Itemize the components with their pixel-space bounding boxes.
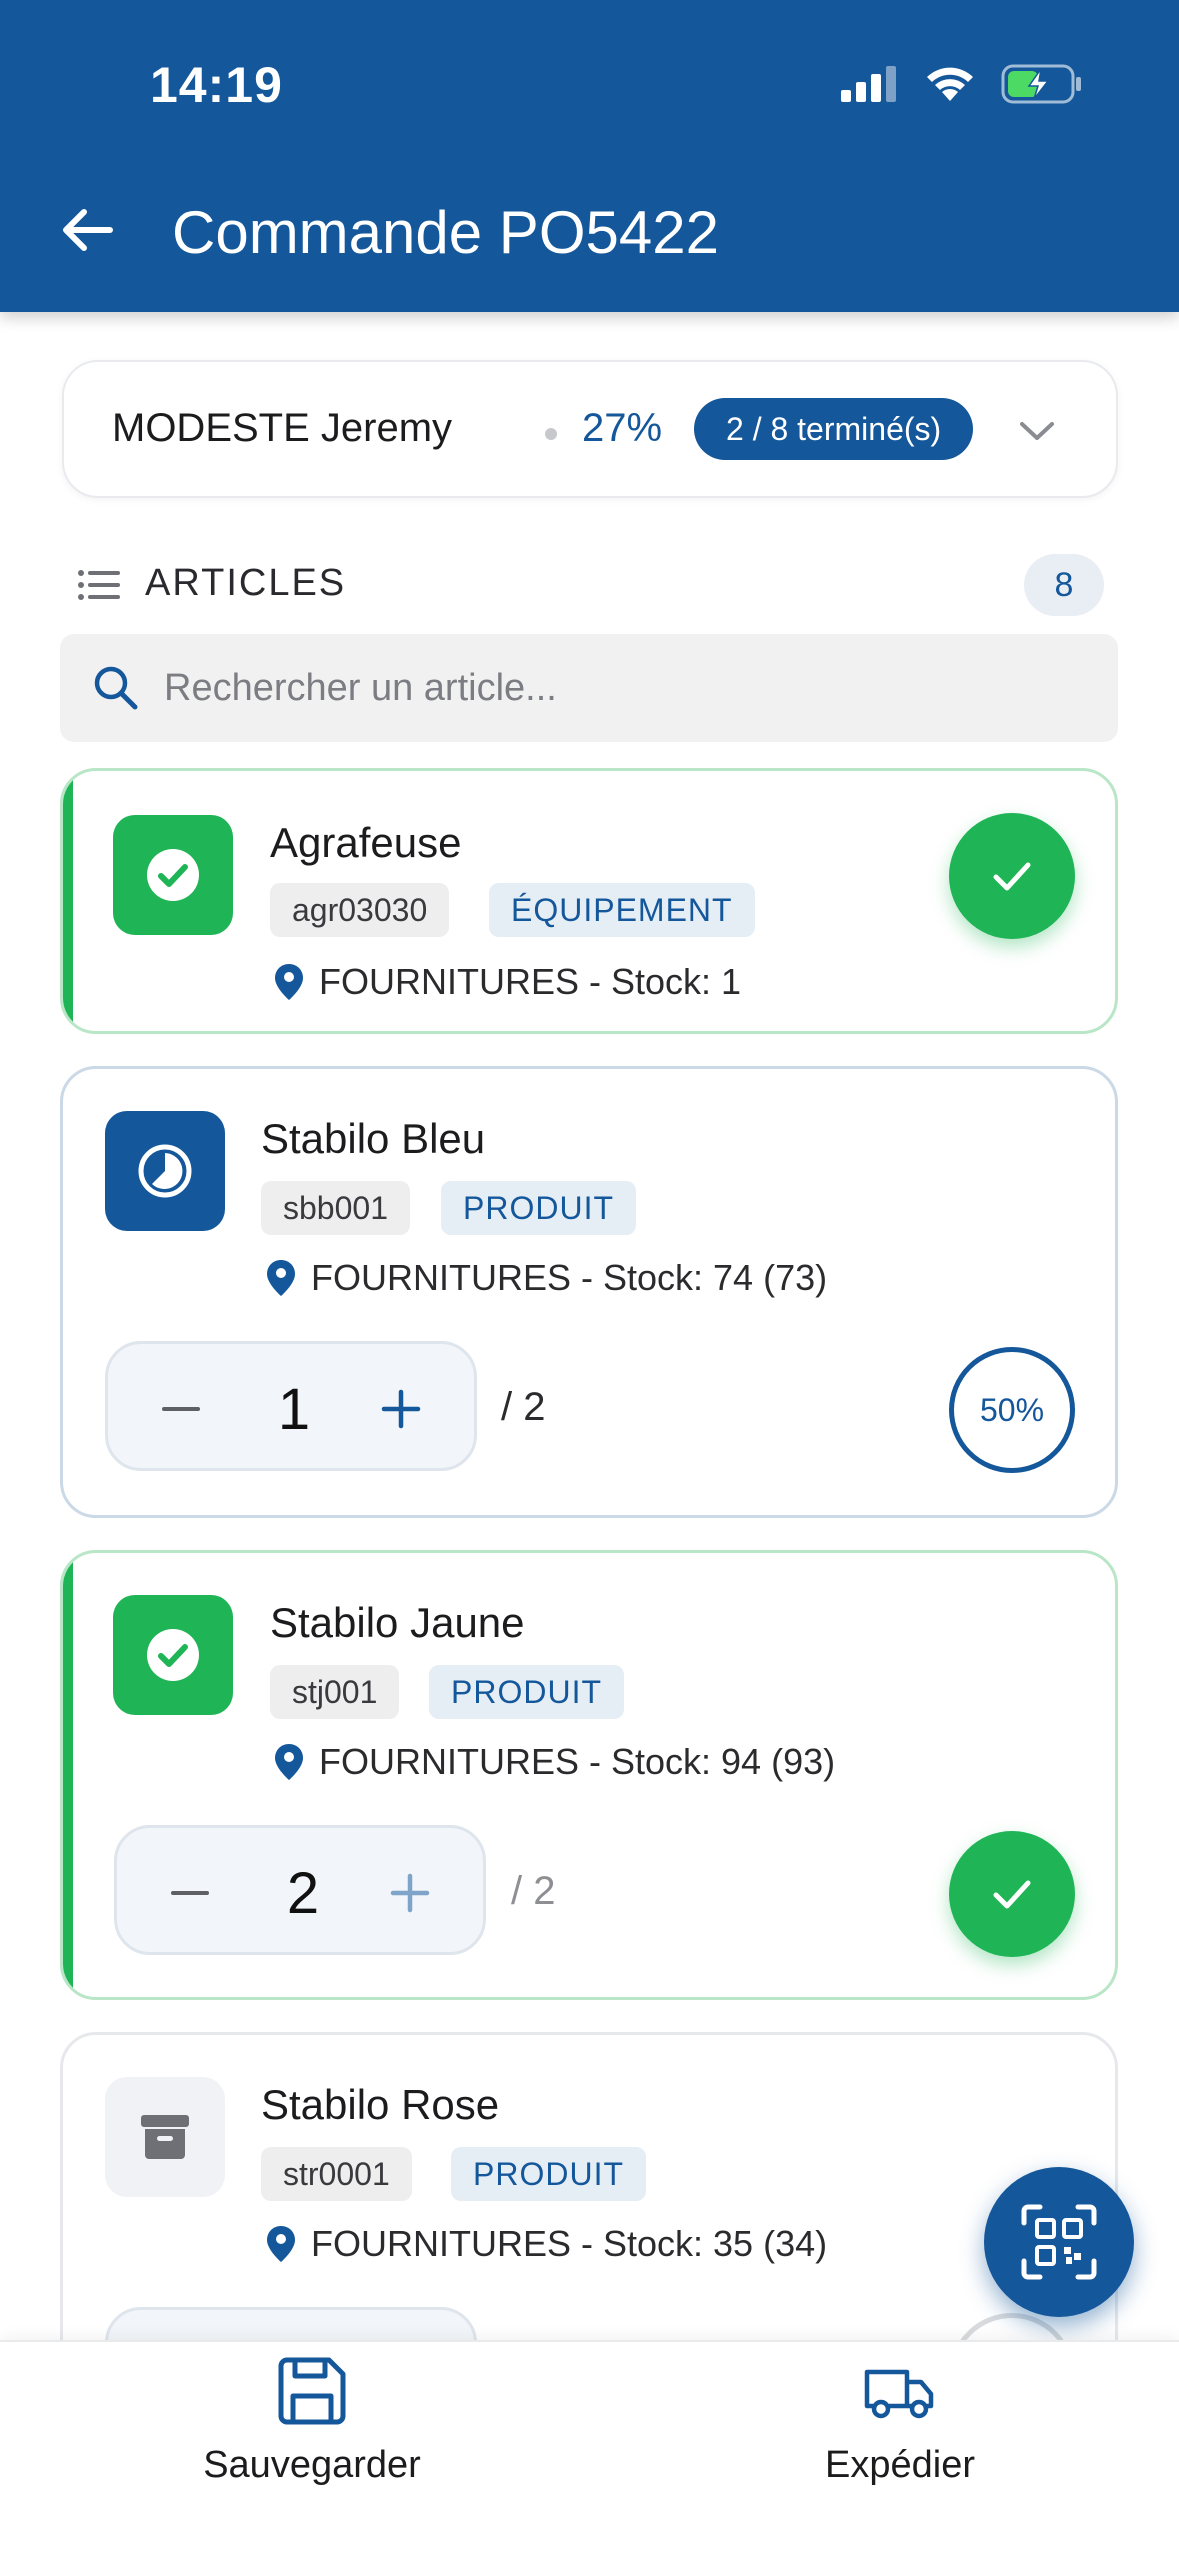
order-summary-card[interactable]: MODESTE Jeremy 27% 2 / 8 terminé(s): [62, 360, 1118, 498]
status-icons: [841, 64, 1083, 104]
signal-icon: [841, 66, 896, 102]
article-category-tag: PRODUIT: [429, 1665, 624, 1719]
articles-heading: ARTICLES: [145, 562, 347, 604]
article-location: FOURNITURES - Stock: 74 (73): [267, 1257, 827, 1299]
save-label: Sauvegarder: [203, 2444, 421, 2486]
progress-ring: 50%: [949, 1347, 1075, 1473]
article-name: Stabilo Jaune: [270, 1599, 525, 1646]
article-complete-button[interactable]: [949, 813, 1075, 939]
location-pin-icon: [275, 1744, 303, 1780]
article-category-tag: ÉQUIPEMENT: [489, 883, 755, 937]
battery-charging-icon: [1001, 64, 1081, 104]
article-location: FOURNITURES - Stock: 1: [275, 961, 741, 1003]
article-name: Stabilo Rose: [261, 2081, 500, 2128]
archive-box-icon: [141, 2115, 189, 2159]
progress-percent: 27%: [582, 406, 663, 450]
search-bar[interactable]: [60, 634, 1118, 742]
articles-count-badge: 8: [1024, 554, 1104, 616]
article-name: Agrafeuse: [270, 819, 462, 866]
article-location: FOURNITURES - Stock: 35 (34): [267, 2223, 827, 2265]
article-location-text: FOURNITURES - Stock: 74 (73): [311, 1257, 828, 1298]
article-status-thumb: [113, 1595, 233, 1715]
bottom-action-bar: Sauvegarder Expédier: [0, 2340, 1179, 2556]
article-category-tag: PRODUIT: [451, 2147, 646, 2201]
plus-icon[interactable]: [374, 1382, 428, 1436]
article-ref-tag: stj001: [270, 1665, 400, 1719]
article-location-text: FOURNITURES - Stock: 94 (93): [319, 1741, 836, 1782]
article-location: FOURNITURES - Stock: 94 (93): [275, 1741, 835, 1783]
location-pin-icon: [267, 2226, 295, 2262]
separator-dot: [545, 428, 557, 440]
article-status-thumb: [105, 2077, 225, 2197]
article-ref-tag: agr03030: [270, 883, 450, 937]
article-card-stabilo-bleu[interactable]: Stabilo Bleu sbb001 PRODUIT FOURNITURES …: [60, 1066, 1118, 1518]
article-card-agrafeuse[interactable]: Agrafeuse agr03030 ÉQUIPEMENT FOURNITURE…: [60, 768, 1118, 1034]
plus-icon[interactable]: [383, 1866, 437, 1920]
article-ref-tag: sbb001: [261, 1181, 410, 1235]
finished-badge: 2 / 8 terminé(s): [694, 398, 974, 460]
back-arrow-icon[interactable]: [58, 200, 118, 260]
article-status-thumb: [113, 815, 233, 935]
app-header: 14:19 Commande PO5422: [0, 0, 1179, 312]
quantity-stepper[interactable]: 2: [114, 1825, 486, 1955]
check-circle-icon: [147, 849, 199, 901]
article-complete-button[interactable]: [949, 1831, 1075, 1957]
search-icon: [94, 666, 138, 710]
ship-label: Expédier: [825, 2444, 975, 2486]
ship-button[interactable]: Expédier: [700, 2352, 1100, 2487]
check-circle-icon: [147, 1629, 199, 1681]
clock-icon: [138, 1144, 192, 1198]
article-location-text: FOURNITURES - Stock: 35 (34): [311, 2223, 828, 2264]
location-pin-icon: [275, 964, 303, 1000]
quantity-stepper[interactable]: 1: [105, 1341, 477, 1471]
chevron-down-icon[interactable]: [1012, 406, 1062, 456]
article-card-stabilo-jaune[interactable]: Stabilo Jaune stj001 PRODUIT FOURNITURES…: [60, 1550, 1118, 2000]
status-time: 14:19: [150, 57, 283, 113]
search-input[interactable]: [164, 658, 1064, 718]
article-ref-tag: str0001: [261, 2147, 412, 2201]
scan-qr-button[interactable]: [984, 2167, 1134, 2317]
wifi-icon: [927, 67, 973, 101]
article-status-thumb: [105, 1111, 225, 1231]
qr-scan-icon: [1021, 2204, 1097, 2280]
truck-icon: [864, 2369, 934, 2419]
customer-name: MODESTE Jeremy: [112, 406, 453, 450]
quantity-total: / 2: [501, 1385, 546, 1429]
checkmark-icon: [993, 1880, 1031, 1909]
floppy-disk-icon: [278, 2357, 346, 2425]
location-pin-icon: [267, 1260, 295, 1296]
list-icon: [78, 570, 120, 600]
quantity-total: / 2: [511, 1869, 556, 1913]
page-title: Commande PO5422: [172, 199, 719, 266]
article-category-tag: PRODUIT: [441, 1181, 636, 1235]
article-name: Stabilo Bleu: [261, 1115, 486, 1162]
save-button[interactable]: Sauvegarder: [112, 2352, 512, 2487]
checkmark-icon: [993, 862, 1031, 891]
article-location-text: FOURNITURES - Stock: 1: [319, 961, 742, 1002]
